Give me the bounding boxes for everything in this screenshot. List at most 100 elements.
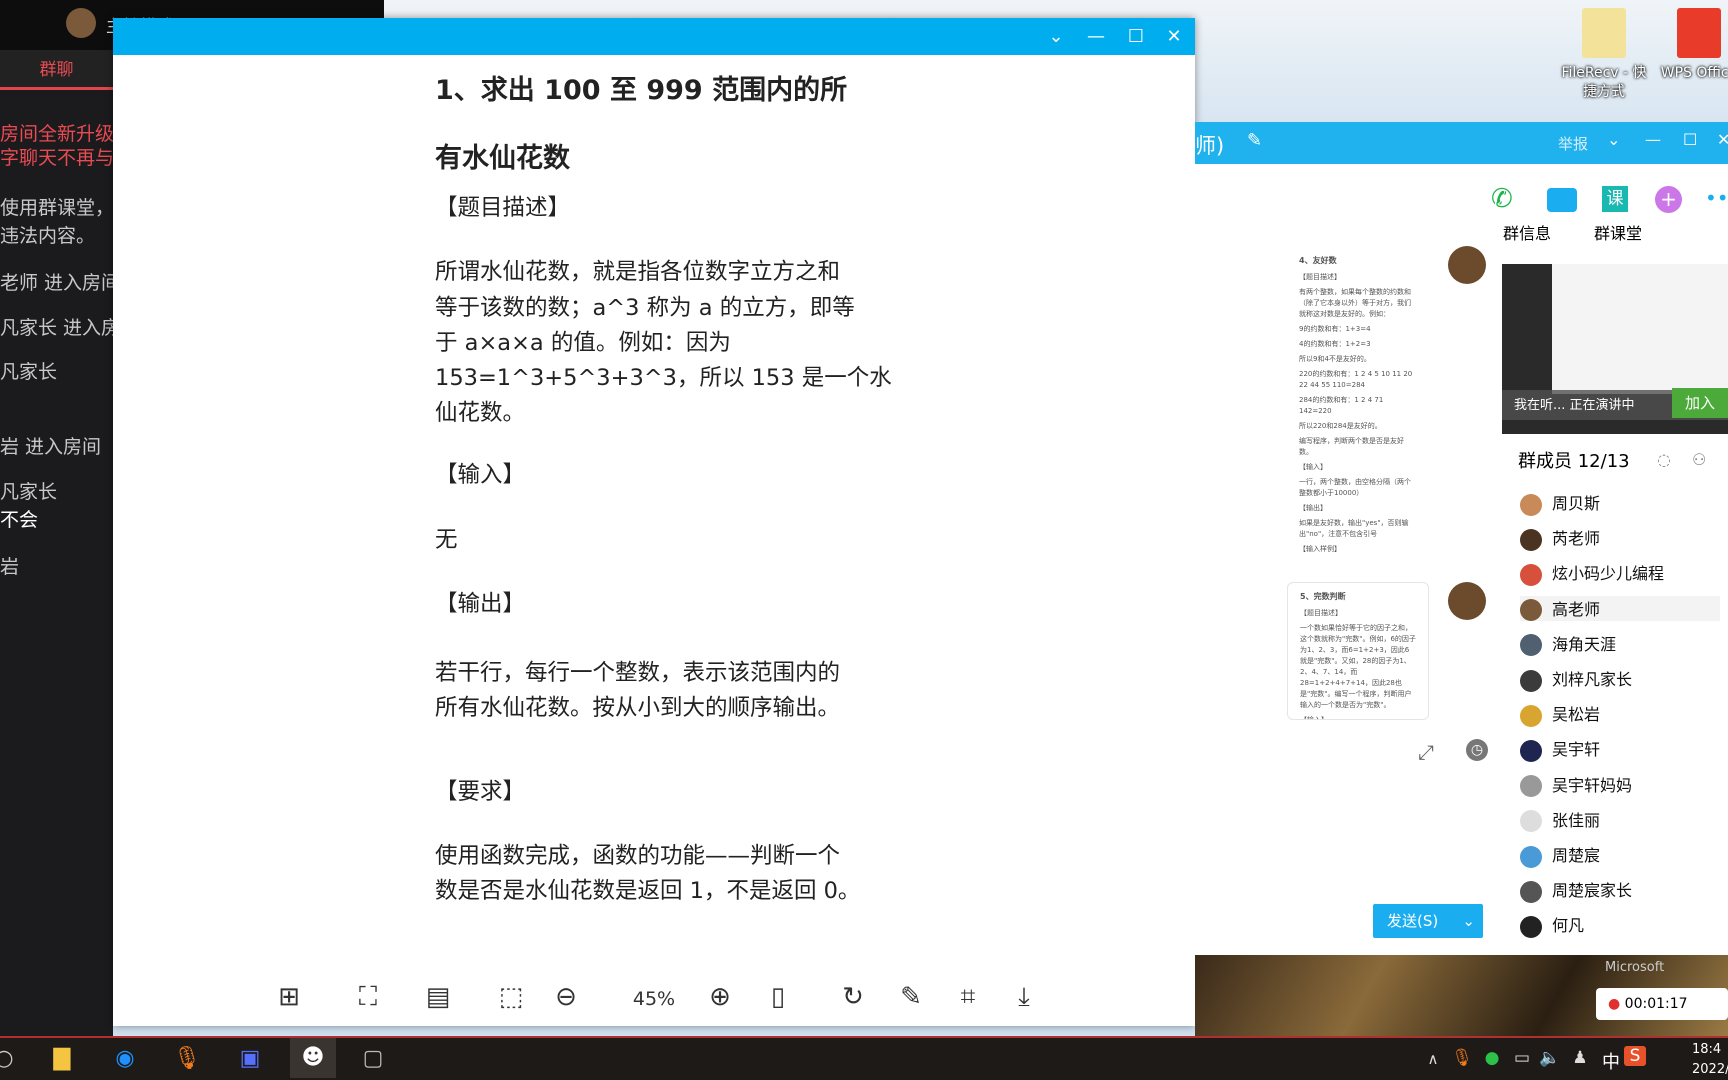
member-search-icon[interactable]: ◌ xyxy=(1657,450,1671,469)
class-app-icon[interactable]: ▢ xyxy=(353,1046,393,1071)
minimize-button[interactable]: — xyxy=(1077,18,1115,55)
clock[interactable]: 18:42022/4 xyxy=(1692,1040,1728,1080)
thumb-line: 4的约数和有：1+2=3 xyxy=(1299,340,1371,348)
wps-icon xyxy=(1677,8,1721,58)
thumb-line: 【输入样例】 xyxy=(1299,545,1341,552)
member-name: 刘梓凡家长 xyxy=(1552,670,1633,689)
member-item[interactable]: 周楚宸 xyxy=(1520,842,1720,868)
microphone-app-icon[interactable]: 🎙 xyxy=(167,1046,207,1071)
avatar xyxy=(1520,528,1542,551)
tab-group-chat[interactable]: 群聊 xyxy=(0,50,113,90)
sogou-icon[interactable]: S xyxy=(1624,1046,1646,1066)
chat-image-perfect-number[interactable]: 5、完数判断 【题目描述】 一个数如果恰好等于它的因子之和，这个数就称为"完数"。例… xyxy=(1287,582,1429,720)
crop-icon[interactable]: ⌗ xyxy=(951,982,985,1013)
zoom-out-icon[interactable]: ⊖ xyxy=(549,982,583,1012)
doc-line: 使用函数完成，函数的功能——判断一个 xyxy=(435,843,841,869)
thumb-line: 220的约数和有：1 2 4 5 10 11 20 22 44 55 110=2… xyxy=(1299,370,1413,389)
tab-group-info[interactable]: 群信息 xyxy=(1503,220,1551,244)
doc-line: 【要求】 xyxy=(435,779,526,805)
history-clock-icon[interactable]: ◷ xyxy=(1466,739,1488,761)
member-item[interactable]: 周楚宸家长 xyxy=(1520,877,1720,903)
member-item[interactable]: 芮老师 xyxy=(1520,525,1720,551)
chat-message-line: 房间全新升级 xyxy=(0,123,113,145)
doc-title: 1、求出 100 至 999 范围内的所 xyxy=(435,75,848,106)
member-name: 吴宇轩 xyxy=(1552,740,1601,760)
member-item[interactable]: 高老师 xyxy=(1520,595,1720,622)
doc-line: 所谓水仙花数，就是指各位数字立方之和 xyxy=(435,259,841,285)
recording-indicator[interactable]: ● 00:01:17 xyxy=(1596,988,1728,1020)
member-name: 吴松岩 xyxy=(1552,705,1601,725)
doc-line: 【题目描述】 xyxy=(435,195,571,221)
chat-image-friendly-numbers[interactable]: 4、友好数 【题目描述】 有两个整数，如果每个整数的约数和（除了它本身以外）等于对方… xyxy=(1287,247,1429,552)
qq-app-icon[interactable]: ☻ xyxy=(290,1038,336,1078)
member-item[interactable]: 吴宇轩妈妈 xyxy=(1520,772,1720,798)
chevron-down-icon[interactable]: ⌄ xyxy=(1037,18,1075,55)
member-name: 张佳丽 xyxy=(1552,810,1601,830)
member-item[interactable]: 张佳丽 xyxy=(1520,807,1720,833)
member-item[interactable]: 海角天涯 xyxy=(1520,631,1720,657)
doc-line: 于 a×a×a 的值。例如：因为 xyxy=(435,330,731,356)
avatar xyxy=(66,8,96,38)
voice-call-icon[interactable]: ✆ xyxy=(1491,184,1513,214)
member-item[interactable]: 吴松岩 xyxy=(1520,701,1720,727)
thumbnails-icon[interactable]: ⊞ xyxy=(272,982,306,1012)
ocr-icon[interactable]: ▤ xyxy=(421,982,455,1012)
thumb-line: 一个数如果恰好等于它的因子之和，这个数就称为"完数"。例如，6的因子为1、2、3… xyxy=(1300,624,1416,709)
rotate-icon[interactable]: ↻ xyxy=(836,982,870,1012)
thumb-line: 【输出】 xyxy=(1299,504,1327,512)
edit-icon[interactable]: ✎ xyxy=(894,982,928,1012)
doc-line: 无 xyxy=(435,527,458,553)
desktop-icon-wps[interactable]: WPS Office xyxy=(1654,8,1728,83)
doc-line: 若干行，每行一个整数，表示该范围内的 xyxy=(435,660,841,686)
video-call-icon[interactable] xyxy=(1547,188,1577,212)
avatar xyxy=(1520,880,1542,903)
chat-message-line: 字聊天不再与C xyxy=(0,147,113,169)
thumb-line: 所以9和4不是友好的。 xyxy=(1299,355,1371,363)
search-icon[interactable]: ○ xyxy=(0,1046,24,1071)
desktop-icon-filerecv[interactable]: FileRecv - 快捷方式 xyxy=(1559,8,1649,102)
send-button[interactable]: 发送(S) ⌄ xyxy=(1373,904,1483,938)
maximize-button[interactable]: ☐ xyxy=(1117,18,1155,55)
member-item[interactable]: 炫小码少儿编程 xyxy=(1520,560,1720,586)
report-button[interactable]: 举报 xyxy=(1558,133,1588,154)
doc-line: 153=1^3+5^3+3^3，所以 153 是一个水 xyxy=(435,365,892,391)
chat-message-line: 不会 xyxy=(0,509,39,531)
browser-icon[interactable]: ◉ xyxy=(105,1046,145,1071)
members-count: 群成员 12/13 xyxy=(1518,451,1630,472)
member-item[interactable]: 周贝斯 xyxy=(1520,490,1720,516)
devcpp-icon[interactable]: ▣ xyxy=(230,1046,270,1071)
zoom-in-icon[interactable]: ⊕ xyxy=(703,982,737,1012)
file-explorer-icon[interactable]: ▇ xyxy=(42,1046,82,1071)
download-icon[interactable]: ⤓ xyxy=(1007,982,1041,1013)
more-icon[interactable]: •• xyxy=(1705,186,1728,210)
add-member-icon[interactable]: ⚇ xyxy=(1692,450,1706,469)
expand-icon[interactable]: ⤢ xyxy=(1418,740,1434,764)
avatar xyxy=(1520,563,1542,586)
tab-group-classroom[interactable]: 群课堂 xyxy=(1594,220,1642,244)
chat-message-line: 违法内容。 xyxy=(0,225,96,247)
live-classroom-preview[interactable]: 我在听... 正在演讲中 加入 xyxy=(1502,264,1728,434)
plus-icon[interactable]: + xyxy=(1655,186,1682,213)
chat-message-line: 凡家长 xyxy=(0,481,58,503)
viewer-titlebar: ⌄ — ☐ ✕ xyxy=(113,18,1195,55)
edit-icon[interactable]: ✎ xyxy=(1247,130,1262,151)
chevron-down-icon[interactable]: ⌄ xyxy=(1607,130,1620,149)
member-item[interactable]: 刘梓凡家长 xyxy=(1520,666,1720,692)
chevron-down-icon[interactable]: ⌄ xyxy=(1462,904,1475,938)
fullscreen-icon[interactable]: ⬚ xyxy=(494,982,528,1012)
minimize-button[interactable]: — xyxy=(1645,130,1661,149)
viewer-toolbar: ⊞ ⛶ ▤ ⬚ ⊖ ⊕ ▯ ↻ ✎ ⌗ ⤓ 45% xyxy=(113,970,1195,1026)
fit-screen-icon[interactable]: ⛶ xyxy=(351,982,385,1013)
member-item[interactable]: 吴宇轩 xyxy=(1520,736,1720,762)
maximize-button[interactable]: ☐ xyxy=(1683,130,1697,149)
class-icon[interactable]: 课 xyxy=(1602,186,1628,212)
member-name: 吴宇轩妈妈 xyxy=(1552,775,1633,795)
join-button[interactable]: 加入 xyxy=(1672,388,1728,418)
close-button[interactable]: ✕ xyxy=(1155,18,1193,55)
taskbar: ○ ▇ ◉ 🎙 ▣ ☻ ▢ ∧ 🎙 ● ▭ 🔈 ♟ 中 S 18:42022/4 xyxy=(0,1036,1728,1080)
avatar xyxy=(1520,739,1542,762)
avatar xyxy=(1520,704,1542,727)
member-item[interactable]: 何凡 xyxy=(1520,912,1720,938)
close-button[interactable]: ✕ xyxy=(1717,130,1728,149)
actual-size-icon[interactable]: ▯ xyxy=(761,982,795,1012)
